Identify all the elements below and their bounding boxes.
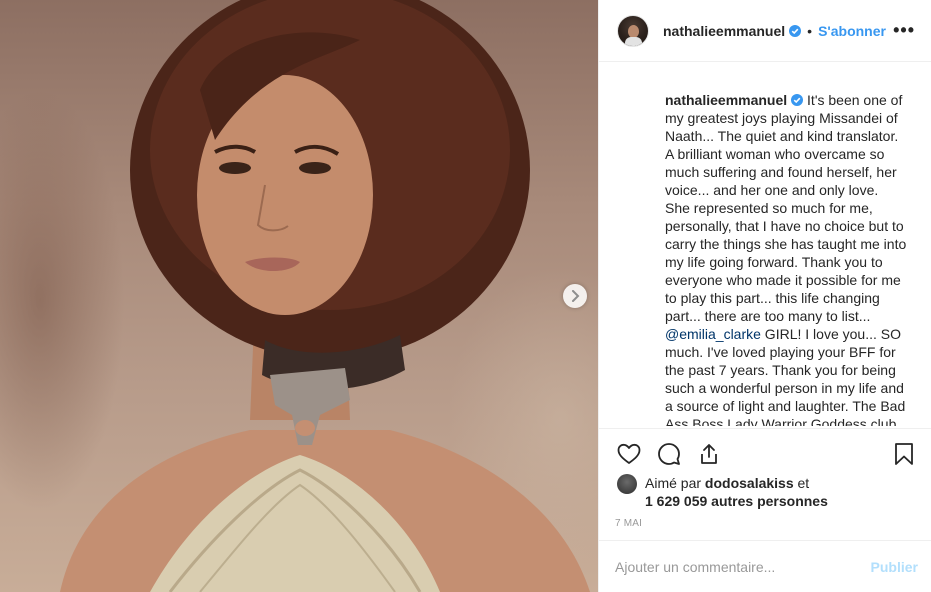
save-button[interactable]	[890, 440, 918, 468]
comments-list[interactable]: nathalieemmanuel It's been one of my gre…	[599, 62, 931, 426]
post-photo[interactable]	[0, 0, 598, 592]
portrait-illustration	[60, 0, 590, 592]
liker-username[interactable]: dodosalakiss	[705, 475, 794, 491]
likes-prefix: Aimé par	[645, 475, 705, 491]
likes-text: Aimé par dodosalakiss et 1 629 059 autre…	[645, 474, 828, 510]
caption-mention-link[interactable]: @emilia_clarke	[665, 326, 761, 342]
like-button[interactable]	[615, 440, 643, 468]
liker-avatar[interactable]	[617, 474, 637, 494]
avatar-face	[628, 24, 639, 38]
avatar-body	[625, 36, 642, 46]
comment-icon	[658, 442, 680, 465]
post-actions-bar	[599, 428, 931, 478]
bookmark-icon	[895, 442, 913, 465]
likes-summary: Aimé par dodosalakiss et 1 629 059 autre…	[617, 474, 917, 510]
post-timestamp[interactable]: 7 MAI	[615, 518, 642, 529]
share-button[interactable]	[695, 440, 723, 468]
comment-input[interactable]	[615, 558, 871, 575]
author-avatar[interactable]	[617, 14, 649, 47]
publish-button[interactable]: Publier	[871, 559, 918, 575]
more-options-icon[interactable]: •••	[893, 20, 915, 41]
share-icon	[701, 443, 717, 464]
verified-badge-icon	[791, 94, 804, 106]
carousel-next-button[interactable]	[563, 284, 587, 308]
caption-text-part1: It's been one of my greatest joys playin…	[665, 92, 907, 324]
post-side-panel: nathalieemmanuel • S'abonner ••• nathali…	[598, 0, 931, 592]
follow-button[interactable]: S'abonner	[818, 23, 886, 39]
verified-badge-icon	[789, 24, 802, 37]
comment-button[interactable]	[655, 440, 683, 468]
add-comment-bar: Publier	[599, 540, 931, 592]
author-username[interactable]: nathalieemmanuel	[663, 23, 785, 39]
likes-middle: et	[793, 475, 810, 491]
chevron-right-icon	[572, 290, 580, 302]
caption-username[interactable]: nathalieemmanuel	[665, 92, 787, 108]
post-header: nathalieemmanuel • S'abonner •••	[599, 0, 931, 62]
header-separator: •	[807, 22, 813, 39]
heart-icon	[617, 443, 641, 464]
post-caption: nathalieemmanuel It's been one of my gre…	[665, 91, 907, 426]
likes-count-link[interactable]: 1 629 059 autres personnes	[645, 493, 828, 509]
